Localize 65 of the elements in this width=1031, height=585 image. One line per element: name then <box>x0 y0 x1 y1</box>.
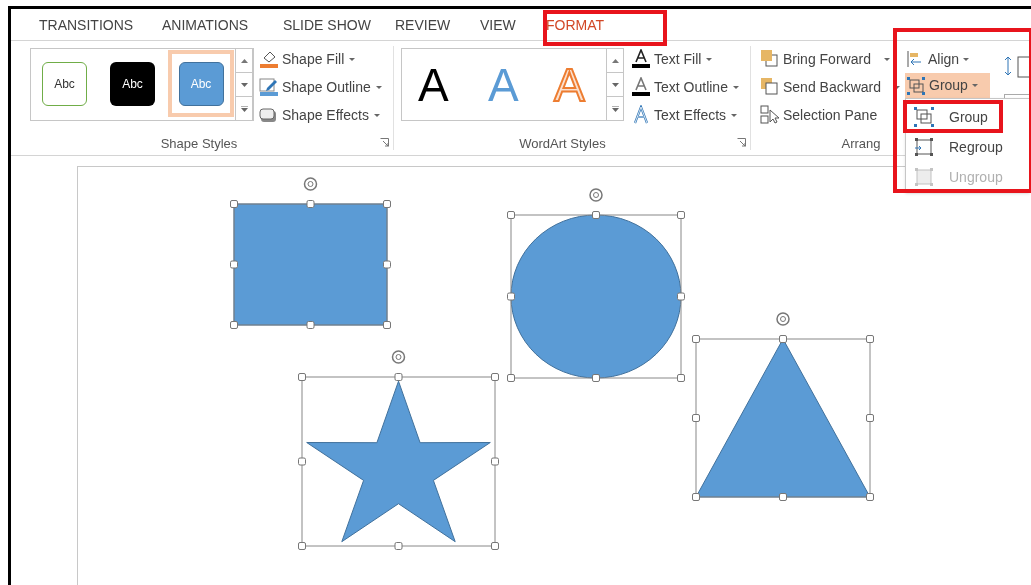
selection-handles[interactable] <box>692 312 874 501</box>
caret-icon <box>731 113 738 117</box>
wordart-sample[interactable]: A <box>418 57 449 113</box>
ribbon-tab[interactable]: REVIEW <box>370 9 453 41</box>
group-title: Shape Styles <box>159 135 239 153</box>
align-button[interactable]: Align <box>906 48 970 70</box>
menu-item[interactable]: Group <box>906 102 1029 132</box>
star-shape[interactable] <box>306 380 491 543</box>
caret-up-icon <box>240 58 248 63</box>
dialog-launcher[interactable] <box>380 138 389 147</box>
group-icon <box>907 76 925 95</box>
ribbon-command[interactable]: Shape Fill <box>259 48 356 70</box>
group-title: WordArt Styles <box>518 135 607 153</box>
caret-icon <box>375 85 382 89</box>
text-fill-icon <box>631 49 651 69</box>
caret-icon <box>971 84 978 87</box>
selection-handles[interactable] <box>298 350 499 550</box>
ribbon-command[interactable]: Text Outline <box>631 76 739 98</box>
ribbon-command[interactable]: Bring Forward <box>760 48 890 70</box>
dialog-launcher-icon <box>737 138 746 147</box>
circle-shape[interactable] <box>510 214 682 379</box>
ribbon-command[interactable]: Shape Outline <box>259 76 382 98</box>
caret-icon <box>883 57 890 61</box>
ribbon-command[interactable]: Selection Pane <box>760 104 878 126</box>
group-button[interactable]: Group <box>905 73 990 98</box>
group-title: Arrang <box>840 135 882 153</box>
ribbon-tab[interactable]: TRANSITIONS <box>11 9 133 41</box>
height-icon <box>1004 55 1031 79</box>
ribbon-tab[interactable]: ANIMATIONS <box>133 9 254 41</box>
caret-icon <box>349 57 356 61</box>
ribbon-tab[interactable]: VIEW <box>453 9 515 41</box>
ribbon-command[interactable]: Text Fill <box>631 48 713 70</box>
ribbon-tab[interactable]: SLIDE SHOW <box>254 9 370 41</box>
dialog-launcher-icon <box>380 138 389 147</box>
send-backward-icon <box>760 77 780 97</box>
caret-down-icon <box>240 82 248 87</box>
regroup-icon <box>913 136 935 158</box>
ungroup-icon <box>913 166 935 188</box>
group-icon <box>913 106 935 128</box>
caret-icon <box>706 57 713 61</box>
style-swatch[interactable]: Abc <box>42 62 87 106</box>
selection-handles[interactable] <box>230 177 391 329</box>
align-icon <box>906 50 924 68</box>
more-icon <box>240 105 248 112</box>
caret-icon <box>963 57 970 61</box>
more-icon <box>611 105 619 112</box>
caret-icon <box>732 85 739 89</box>
pencil-icon <box>259 77 279 97</box>
ribbon-tab[interactable]: FORMAT <box>515 9 630 41</box>
caret-icon <box>373 113 380 117</box>
ribbon-command[interactable]: Shape Effects <box>259 104 380 126</box>
dialog-launcher[interactable] <box>737 138 746 147</box>
paint-bucket-icon <box>259 49 279 69</box>
menu-item[interactable]: Regroup <box>906 132 1029 162</box>
selection-handles[interactable] <box>507 188 685 382</box>
caret-up-icon <box>611 58 619 63</box>
style-swatch[interactable]: Abc <box>110 62 155 106</box>
caret-down-icon <box>611 82 619 87</box>
text-outline-icon <box>631 77 651 97</box>
caret-icon <box>894 85 901 89</box>
text-effects-icon <box>631 105 651 125</box>
shape-effects-icon <box>259 105 279 125</box>
ribbon-command[interactable]: Send Backward <box>760 76 901 98</box>
ribbon-command[interactable]: Text Effects <box>631 104 738 126</box>
selection-pane-icon <box>760 105 780 125</box>
